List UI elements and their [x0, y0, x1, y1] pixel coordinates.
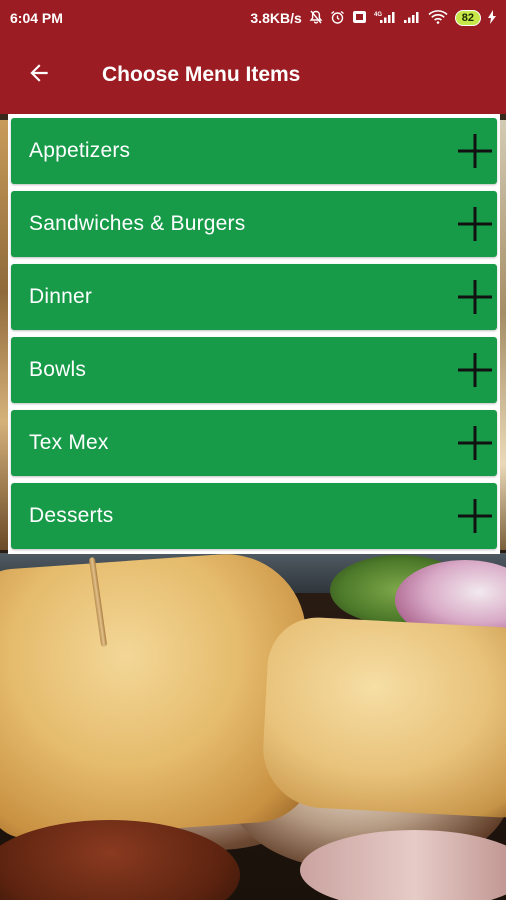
network-speed: 3.8KB/s: [250, 10, 302, 26]
menu-category-label: Tex Mex: [29, 431, 109, 454]
status-icons: 3.8KB/s 4G 82: [250, 10, 496, 27]
menu-category-label: Desserts: [29, 504, 114, 527]
sim-icon: [352, 10, 367, 26]
signal-4g-icon: 4G: [374, 10, 396, 26]
menu-category-sandwiches-burgers[interactable]: Sandwiches & Burgers: [11, 191, 497, 257]
menu-category-label: Dinner: [29, 285, 93, 308]
plus-icon[interactable]: [455, 496, 495, 536]
status-bar: 6:04 PM 3.8KB/s 4G 82: [0, 0, 506, 36]
signal-icon: [403, 10, 421, 26]
plus-icon[interactable]: [455, 204, 495, 244]
menu-category-desserts[interactable]: Desserts: [11, 483, 497, 549]
menu-category-appetizers[interactable]: Appetizers: [11, 118, 497, 184]
plus-icon[interactable]: [455, 350, 495, 390]
menu-category-label: Appetizers: [29, 139, 131, 162]
menu-category-label: Bowls: [29, 358, 87, 381]
app-bar: Choose Menu Items: [0, 36, 506, 114]
menu-category-bowls[interactable]: Bowls: [11, 337, 497, 403]
menu-category-list: Appetizers Sandwiches & Burgers Dinner B…: [8, 114, 500, 554]
plus-icon[interactable]: [455, 131, 495, 171]
plus-icon[interactable]: [455, 277, 495, 317]
charging-bolt-icon: [488, 10, 496, 26]
plus-icon[interactable]: [455, 423, 495, 463]
menu-category-label: Sandwiches & Burgers: [29, 212, 246, 235]
menu-category-dinner[interactable]: Dinner: [11, 264, 497, 330]
status-time: 6:04 PM: [10, 10, 63, 26]
battery-indicator: 82: [454, 10, 481, 26]
arrow-back-icon: [26, 60, 52, 91]
wifi-icon: [428, 10, 448, 26]
page-title: Choose Menu Items: [102, 63, 301, 86]
menu-category-tex-mex[interactable]: Tex Mex: [11, 410, 497, 476]
mute-notification-icon: [309, 10, 323, 26]
background-sandwich-bread: [260, 615, 506, 819]
back-button[interactable]: [0, 36, 78, 114]
alarm-icon: [330, 10, 345, 27]
svg-text:4G: 4G: [374, 12, 382, 18]
